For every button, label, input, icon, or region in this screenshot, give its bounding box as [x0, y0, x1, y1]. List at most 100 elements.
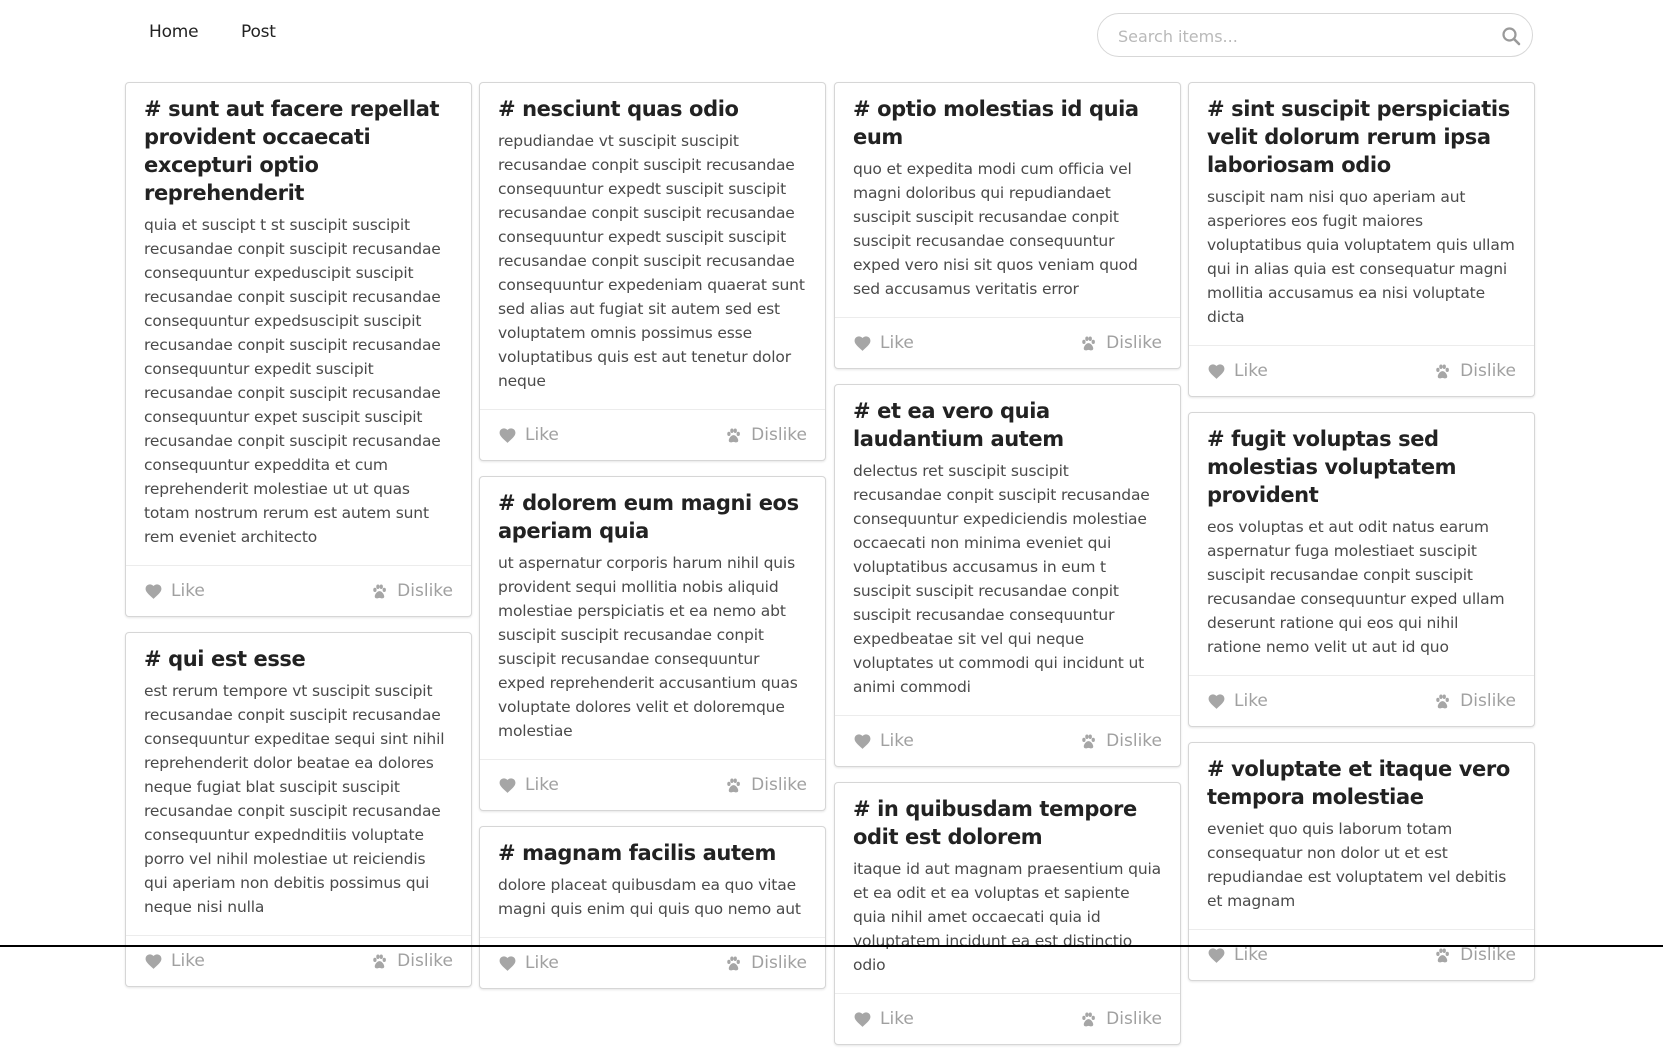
dislike-label: Dislike	[397, 951, 453, 971]
like-label: Like	[171, 951, 205, 971]
card-actions: Like Dislike	[1189, 345, 1534, 396]
like-label: Like	[525, 425, 559, 445]
card-content: # qui est esse est rerum tempore vt susci…	[126, 633, 471, 935]
dislike-button[interactable]: Dislike	[1079, 731, 1162, 751]
card-content: # voluptate et itaque vero tempora moles…	[1189, 743, 1534, 929]
card-title: # sint suscipit perspiciatis velit dolor…	[1207, 97, 1510, 177]
like-button[interactable]: Like	[498, 953, 559, 973]
paw-icon	[1433, 362, 1460, 381]
paw-icon	[724, 776, 751, 795]
heart-icon	[144, 952, 171, 971]
card-title: # sunt aut facere repellat provident occ…	[144, 97, 440, 205]
like-button[interactable]: Like	[1207, 361, 1268, 381]
dislike-label: Dislike	[1460, 945, 1516, 965]
post-card: # sint suscipit perspiciatis velit dolor…	[1188, 82, 1535, 397]
like-button[interactable]: Like	[1207, 945, 1268, 965]
card-body: eos voluptas et aut odit natus earum asp…	[1207, 518, 1505, 656]
post-card: # optio molestias id quia eum quo et expe…	[834, 82, 1181, 369]
dislike-label: Dislike	[1106, 333, 1162, 353]
like-button[interactable]: Like	[144, 951, 205, 971]
post-card: # in quibusdam tempore odit est dolorem i…	[834, 782, 1181, 1045]
dislike-label: Dislike	[1460, 691, 1516, 711]
card-actions: Like Dislike	[835, 317, 1180, 368]
dislike-label: Dislike	[751, 953, 807, 973]
card-content: # sunt aut facere repellat provident occ…	[126, 83, 471, 565]
card-title: # optio molestias id quia eum	[853, 97, 1139, 149]
card-body: quo et expedita modi cum officia vel mag…	[853, 160, 1138, 298]
card-actions: Like Dislike	[480, 759, 825, 810]
dislike-button[interactable]: Dislike	[1433, 361, 1516, 381]
nav-link-home[interactable]: Home	[149, 22, 199, 42]
dislike-label: Dislike	[1106, 1009, 1162, 1029]
card-column-2: # nesciunt quas odio repudiandae vt susci…	[479, 82, 826, 1004]
post-card: # et ea vero quia laudantium autem delect…	[834, 384, 1181, 767]
card-title: # dolorem eum magni eos aperiam quia	[498, 491, 799, 543]
like-button[interactable]: Like	[144, 581, 205, 601]
heart-icon	[498, 776, 525, 795]
like-button[interactable]: Like	[498, 775, 559, 795]
card-content: # fugit voluptas sed molestias voluptate…	[1189, 413, 1534, 675]
heart-icon	[144, 582, 171, 601]
paw-icon	[724, 954, 751, 973]
card-content: # optio molestias id quia eum quo et expe…	[835, 83, 1180, 317]
heart-icon	[853, 334, 880, 353]
card-body: itaque id aut magnam praesentium quia et…	[853, 860, 1162, 974]
card-actions: Like Dislike	[126, 935, 471, 986]
card-column-1: # sunt aut facere repellat provident occ…	[125, 82, 472, 1002]
card-content: # nesciunt quas odio repudiandae vt susci…	[480, 83, 825, 409]
paw-icon	[1433, 692, 1460, 711]
post-card: # fugit voluptas sed molestias voluptate…	[1188, 412, 1535, 727]
dislike-button[interactable]: Dislike	[724, 775, 807, 795]
search-box	[1097, 13, 1533, 57]
paw-icon	[370, 582, 397, 601]
card-title: # in quibusdam tempore odit est dolorem	[853, 797, 1137, 849]
paw-icon	[370, 952, 397, 971]
dislike-button[interactable]: Dislike	[370, 951, 453, 971]
dislike-button[interactable]: Dislike	[370, 581, 453, 601]
heart-icon	[498, 426, 525, 445]
paw-icon	[1433, 946, 1460, 965]
card-actions: Like Dislike	[1189, 675, 1534, 726]
dislike-button[interactable]: Dislike	[1433, 945, 1516, 965]
like-button[interactable]: Like	[853, 333, 914, 353]
paw-icon	[1079, 1010, 1106, 1029]
like-label: Like	[171, 581, 205, 601]
like-button[interactable]: Like	[853, 731, 914, 751]
dislike-button[interactable]: Dislike	[1079, 1009, 1162, 1029]
like-label: Like	[525, 775, 559, 795]
like-label: Like	[880, 731, 914, 751]
post-card: # sunt aut facere repellat provident occ…	[125, 82, 472, 617]
dislike-label: Dislike	[751, 775, 807, 795]
card-content: # magnam facilis autem dolore placeat qui…	[480, 827, 825, 937]
card-content: # dolorem eum magni eos aperiam quia ut a…	[480, 477, 825, 759]
card-body: ut aspernatur corporis harum nihil quis …	[498, 554, 798, 740]
nav-link-post[interactable]: Post	[241, 22, 276, 42]
paw-icon	[1079, 732, 1106, 751]
like-button[interactable]: Like	[1207, 691, 1268, 711]
top-nav: Home Post	[0, 0, 1663, 70]
card-body: suscipit nam nisi quo aperiam aut asperi…	[1207, 188, 1515, 326]
card-actions: Like Dislike	[835, 715, 1180, 766]
card-body: eveniet quo quis laborum totam consequat…	[1207, 820, 1507, 910]
heart-icon	[1207, 692, 1234, 711]
card-column-4: # sint suscipit perspiciatis velit dolor…	[1188, 82, 1535, 996]
heart-icon	[853, 1010, 880, 1029]
dislike-label: Dislike	[751, 425, 807, 445]
like-button[interactable]: Like	[498, 425, 559, 445]
dislike-button[interactable]: Dislike	[1433, 691, 1516, 711]
like-button[interactable]: Like	[853, 1009, 914, 1029]
card-actions: Like Dislike	[835, 993, 1180, 1044]
card-title: # voluptate et itaque vero tempora moles…	[1207, 757, 1510, 809]
dislike-button[interactable]: Dislike	[1079, 333, 1162, 353]
dislike-button[interactable]: Dislike	[724, 425, 807, 445]
post-card: # nesciunt quas odio repudiandae vt susci…	[479, 82, 826, 461]
dislike-button[interactable]: Dislike	[724, 953, 807, 973]
search-input[interactable]	[1116, 23, 1490, 49]
card-content: # sint suscipit perspiciatis velit dolor…	[1189, 83, 1534, 345]
paw-icon	[1079, 334, 1106, 353]
like-label: Like	[1234, 691, 1268, 711]
card-title: # nesciunt quas odio	[498, 97, 739, 121]
search-icon[interactable]	[1501, 26, 1521, 46]
dislike-label: Dislike	[1106, 731, 1162, 751]
card-actions: Like Dislike	[126, 565, 471, 616]
